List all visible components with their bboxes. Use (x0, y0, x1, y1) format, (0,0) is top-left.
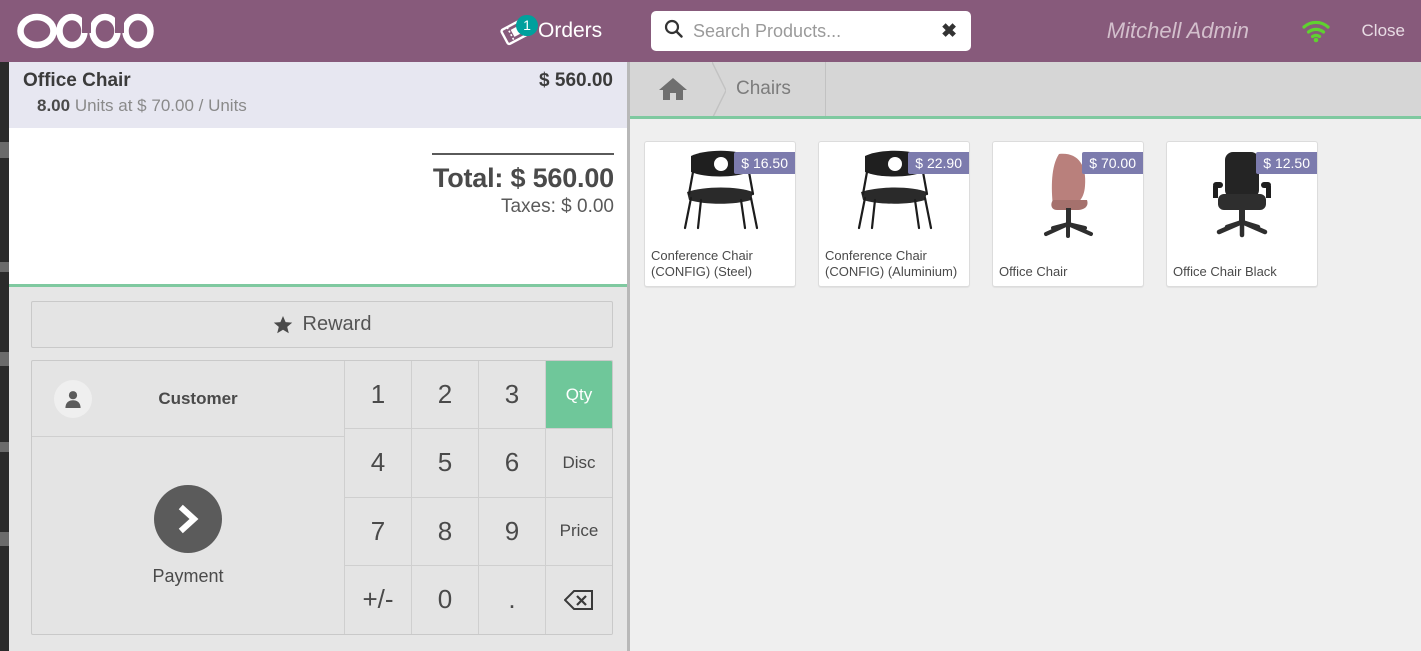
payment-label: Payment (152, 566, 223, 587)
order-taxes: Taxes: $ 0.00 (501, 196, 614, 218)
search-input[interactable] (693, 21, 941, 42)
numpad-9[interactable]: 9 (478, 498, 545, 566)
chevron-right-icon (154, 485, 222, 553)
numpad-decimal[interactable]: . (478, 566, 545, 634)
home-icon (658, 76, 688, 102)
breadcrumb-label: Chairs (736, 78, 791, 100)
numpad-price[interactable]: Price (545, 498, 612, 566)
pos-app: 1 Orders ✖ Mitchell Admin (0, 0, 1421, 651)
product-grid: $ 16.50 Conference Chair (CONFIG) (Steel)… (630, 119, 1421, 651)
numpad-sign[interactable]: +/- (344, 566, 411, 634)
numpad-7[interactable]: 7 (344, 498, 411, 566)
product-card[interactable]: $ 12.50 Office Chair Black (1166, 141, 1318, 287)
customer-label: Customer (92, 389, 304, 409)
wifi-status-icon[interactable] (1301, 0, 1331, 62)
numpad-3[interactable]: 3 (478, 361, 545, 429)
order-controls: Reward Customer (9, 287, 627, 651)
order-total: Total: $ 560.00 (433, 163, 614, 194)
numpad-4[interactable]: 4 (344, 429, 411, 497)
numpad-6[interactable]: 6 (478, 429, 545, 497)
summary-divider (432, 153, 614, 155)
orders-label: Orders (538, 19, 602, 43)
product-card[interactable]: $ 22.90 Conference Chair (CONFIG) (Alumin… (818, 141, 970, 287)
numpad-panel: Customer Payment 123Qty 456Disc 789Price +/… (31, 360, 613, 635)
numpad-5[interactable]: 5 (411, 429, 478, 497)
orders-button[interactable]: 1 Orders (500, 0, 602, 62)
orderline-top: Office Chair $ 560.00 (23, 70, 613, 92)
orders-badge: 1 (516, 15, 538, 36)
numpad-disc[interactable]: Disc (545, 429, 612, 497)
close-button[interactable]: Close (1362, 0, 1405, 62)
orderline-qty: 8.00 (37, 96, 70, 115)
numpad-8[interactable]: 8 (411, 498, 478, 566)
backspace-icon (564, 589, 594, 611)
order-panel: Office Chair $ 560.00 8.00 Units at $ 70… (9, 62, 630, 651)
product-price-badge: $ 12.50 (1256, 152, 1317, 174)
numpad-keys: 123Qty 456Disc 789Price +/-0. (344, 361, 612, 634)
numpad-2[interactable]: 2 (411, 361, 478, 429)
order-receipt-area: Office Chair $ 560.00 8.00 Units at $ 70… (9, 62, 627, 287)
product-name: Office Chair (999, 264, 1139, 280)
product-price-badge: $ 22.90 (908, 152, 969, 174)
product-name: Conference Chair (CONFIG) (Steel) (651, 248, 791, 281)
customer-button[interactable]: Customer (32, 361, 344, 437)
product-card[interactable]: $ 16.50 Conference Chair (CONFIG) (Steel) (644, 141, 796, 287)
orderline-selected[interactable]: Office Chair $ 560.00 8.00 Units at $ 70… (9, 62, 627, 128)
username-label: Mitchell Admin (1107, 0, 1249, 62)
numpad-1[interactable]: 1 (344, 361, 411, 429)
numpad-backspace[interactable] (545, 566, 612, 634)
left-edge-strip[interactable] (0, 62, 9, 651)
reward-label: Reward (303, 313, 372, 336)
payment-button[interactable]: Payment (32, 437, 344, 634)
product-card[interactable]: $ 70.00 Office Chair (992, 141, 1144, 287)
breadcrumb-item-chairs[interactable]: Chairs (712, 62, 826, 116)
main-body: Office Chair $ 560.00 8.00 Units at $ 70… (0, 62, 1421, 651)
breadcrumb-chevron-icon (712, 62, 726, 116)
reward-button[interactable]: Reward (31, 301, 613, 348)
breadcrumb: Chairs (630, 62, 1421, 119)
orderline-price: $ 560.00 (539, 70, 613, 92)
orders-icon-wrap: 1 (500, 11, 536, 51)
search-clear-icon[interactable]: ✖ (941, 22, 957, 41)
wifi-icon (1301, 19, 1331, 43)
products-panel: Chairs $ 16.50 Conference Chair (CONFIG) … (630, 62, 1421, 651)
orderline-unit-text: Units at $ 70.00 / Units (75, 96, 247, 115)
search-box[interactable]: ✖ (651, 11, 971, 51)
breadcrumb-home[interactable] (630, 62, 712, 116)
product-name: Conference Chair (CONFIG) (Aluminium) (825, 248, 965, 281)
orderline-detail: 8.00 Units at $ 70.00 / Units (37, 96, 613, 116)
orderline-product-name: Office Chair (23, 70, 131, 92)
star-icon (273, 315, 293, 335)
user-icon (54, 380, 92, 418)
odoo-logo-icon (16, 13, 156, 49)
numpad-qty[interactable]: Qty (545, 361, 612, 429)
top-header: 1 Orders ✖ Mitchell Admin (0, 0, 1421, 62)
product-price-badge: $ 16.50 (734, 152, 795, 174)
order-summary: Total: $ 560.00 Taxes: $ 0.00 (9, 128, 627, 284)
numpad-left-column: Customer Payment (32, 361, 344, 634)
odoo-logo[interactable] (16, 0, 156, 62)
search-icon (664, 19, 683, 43)
numpad-0[interactable]: 0 (411, 566, 478, 634)
product-name: Office Chair Black (1173, 264, 1313, 280)
product-price-badge: $ 70.00 (1082, 152, 1143, 174)
